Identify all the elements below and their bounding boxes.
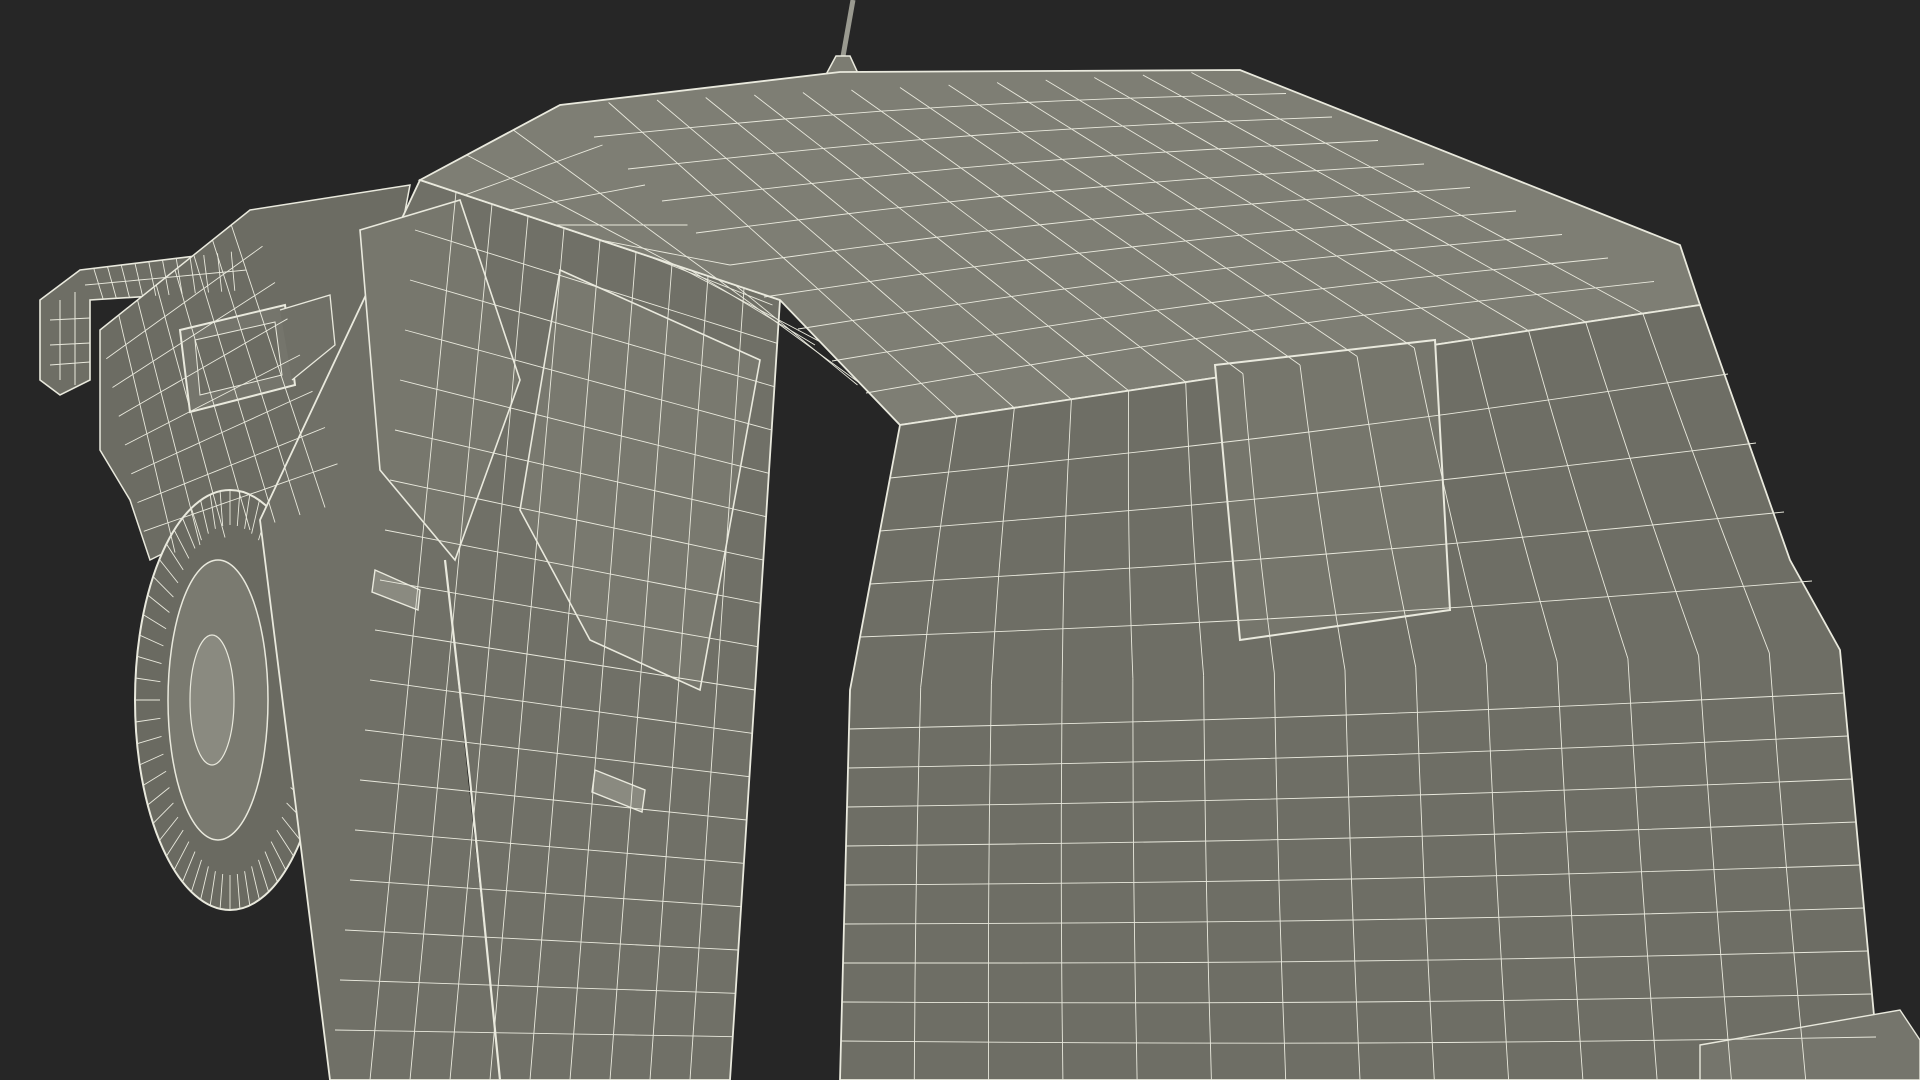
render-viewport xyxy=(0,0,1920,1080)
cab-rear-panel xyxy=(839,303,1881,1080)
truck-wireframe-render xyxy=(0,0,1920,1080)
